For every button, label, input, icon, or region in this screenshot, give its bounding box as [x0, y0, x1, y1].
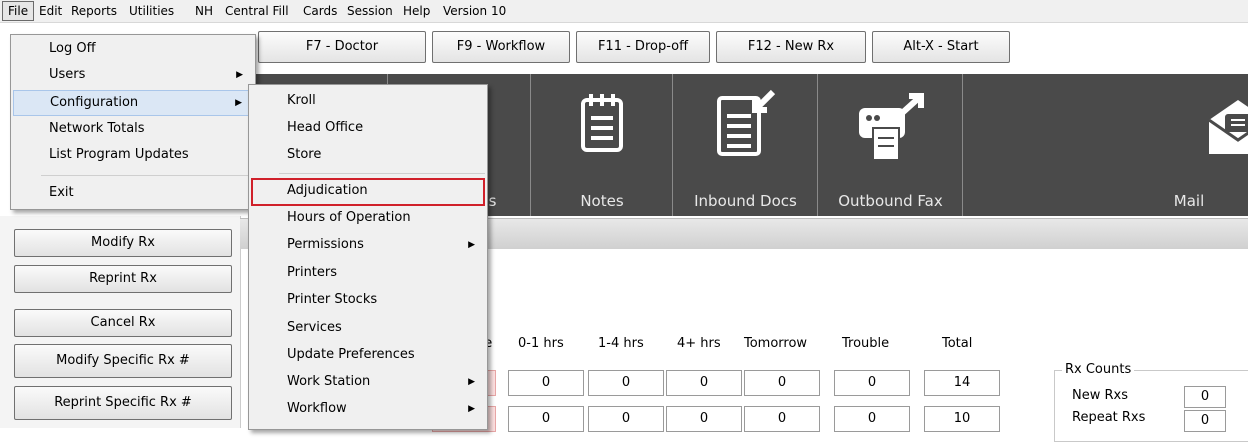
menu-utilities[interactable]: Utilities — [124, 0, 179, 22]
menu-item-workflow[interactable]: Workflow ▶ — [251, 397, 485, 421]
menu-item-permissions-label: Permissions — [287, 237, 364, 252]
start-button[interactable]: Alt-X - Start — [872, 31, 1010, 63]
menu-item-head-office[interactable]: Head Office — [251, 116, 485, 140]
submenu-arrow-icon: ▶ — [236, 70, 243, 80]
col-header-tomorrow: Tomorrow — [744, 336, 808, 351]
menu-item-store[interactable]: Store — [251, 143, 485, 167]
menu-help[interactable]: Help — [398, 0, 435, 22]
menu-separator — [279, 173, 485, 174]
menu-item-printers[interactable]: Printers — [251, 261, 485, 285]
menu-item-work-station[interactable]: Work Station ▶ — [251, 370, 485, 394]
new-rxs-label: New Rxs — [1072, 388, 1128, 403]
menu-item-workflow-label: Workflow — [287, 401, 347, 416]
col-header-4-plus-hrs: 4+ hrs — [677, 336, 721, 351]
grid-cell: 0 — [666, 406, 742, 432]
left-action-panel: Modify Rx Reprint Rx Cancel Rx Modify Sp… — [0, 216, 241, 428]
menu-item-permissions[interactable]: Permissions ▶ — [251, 233, 485, 257]
menu-item-update-preferences[interactable]: Update Preferences — [251, 343, 485, 367]
rx-counts-title: Rx Counts — [1062, 362, 1135, 377]
new-rx-button[interactable]: F12 - New Rx — [716, 31, 866, 63]
col-header-1-4-hrs: 1-4 hrs — [598, 336, 644, 351]
workflow-button[interactable]: F9 - Workflow — [432, 31, 570, 63]
file-menu: Log Off Users ▶ Configuration ▶ Network To… — [10, 34, 256, 210]
tile-outbound-fax-label: Outbound Fax — [838, 192, 943, 210]
modify-rx-button[interactable]: Modify Rx — [14, 229, 232, 257]
submenu-arrow-icon: ▶ — [468, 240, 475, 250]
menu-item-services[interactable]: Services — [251, 316, 485, 340]
grid-cell: 0 — [508, 370, 584, 396]
modify-specific-rx-label: Modify Specific Rx # — [56, 353, 190, 368]
grid-cell: 0 — [834, 406, 910, 432]
col-header-trouble: Trouble — [842, 336, 890, 351]
menu-central-fill[interactable]: Central Fill — [220, 0, 294, 22]
menu-edit[interactable]: Edit — [34, 0, 67, 22]
grid-cell: 0 — [508, 406, 584, 432]
menu-item-log-off[interactable]: Log Off — [13, 37, 253, 61]
mail-icon — [1208, 100, 1248, 154]
cancel-rx-button[interactable]: Cancel Rx — [14, 309, 232, 337]
tile-inbound-docs[interactable]: Inbound Docs — [672, 74, 818, 216]
tile-mail[interactable]: Mail — [962, 74, 1248, 216]
new-rxs-value: 0 — [1184, 386, 1226, 408]
cancel-rx-label: Cancel Rx — [90, 315, 156, 330]
grid-cell: 0 — [666, 370, 742, 396]
menu-item-network-totals[interactable]: Network Totals — [13, 117, 253, 141]
grid-cell: 0 — [834, 370, 910, 396]
adjudication-highlight-box — [251, 178, 485, 206]
repeat-rxs-label: Repeat Rxs — [1072, 410, 1146, 425]
tile-notes-label: Notes — [580, 192, 624, 210]
modify-rx-label: Modify Rx — [91, 235, 155, 250]
drop-off-button[interactable]: F11 - Drop-off — [576, 31, 710, 63]
col-header-total: Total — [942, 336, 973, 351]
grid-cell: 0 — [744, 370, 820, 396]
modify-specific-rx-button[interactable]: Modify Specific Rx # — [14, 344, 232, 378]
configuration-submenu: Kroll Head Office Store Adjudication Hou… — [248, 84, 488, 430]
menu-item-list-program-updates[interactable]: List Program Updates — [13, 143, 253, 167]
submenu-arrow-icon: ▶ — [235, 98, 242, 108]
menu-bar: File Edit Reports Utilities NH Central F… — [0, 0, 1248, 23]
submenu-arrow-icon: ▶ — [468, 404, 475, 414]
menu-nh[interactable]: NH — [190, 0, 218, 22]
doctor-button[interactable]: F7 - Doctor — [258, 31, 426, 63]
menu-item-users-label: Users — [49, 67, 86, 82]
menu-item-configuration-label: Configuration — [50, 95, 139, 110]
grid-cell: 0 — [744, 406, 820, 432]
grid-cell-total: 10 — [924, 406, 1000, 432]
reprint-rx-button[interactable]: Reprint Rx — [14, 265, 232, 293]
menu-item-exit[interactable]: Exit — [13, 181, 253, 205]
menu-reports[interactable]: Reports — [66, 0, 122, 22]
menu-file[interactable]: File — [2, 1, 35, 21]
menu-item-configuration[interactable]: Configuration ▶ — [13, 90, 253, 116]
menu-item-work-station-label: Work Station — [287, 374, 371, 389]
tile-mail-label: Mail — [1173, 192, 1205, 210]
tile-notes[interactable]: Notes — [530, 74, 673, 216]
menu-item-hours-of-operation[interactable]: Hours of Operation — [251, 206, 485, 230]
col-header-0-1-hrs: 0-1 hrs — [518, 336, 564, 351]
menu-item-kroll[interactable]: Kroll — [251, 89, 485, 113]
grid-cell: 0 — [588, 370, 664, 396]
grid-cell: 0 — [588, 406, 664, 432]
repeat-rxs-value: 0 — [1184, 410, 1226, 432]
submenu-arrow-icon: ▶ — [468, 377, 475, 387]
inbound-doc-icon — [716, 89, 775, 156]
menu-item-printer-stocks[interactable]: Printer Stocks — [251, 288, 485, 312]
menu-separator — [41, 175, 253, 176]
menu-cards[interactable]: Cards — [298, 0, 342, 22]
menu-session[interactable]: Session — [342, 0, 398, 22]
fax-icon — [858, 93, 924, 161]
tile-inbound-docs-label: Inbound Docs — [694, 192, 797, 210]
reprint-specific-rx-button[interactable]: Reprint Specific Rx # — [14, 386, 232, 420]
tile-outbound-fax[interactable]: Outbound Fax — [817, 74, 963, 216]
reprint-specific-rx-label: Reprint Specific Rx # — [54, 395, 192, 410]
reprint-rx-label: Reprint Rx — [89, 271, 157, 286]
menu-version[interactable]: Version 10 — [438, 0, 511, 22]
notepad-icon — [581, 94, 623, 152]
menu-item-users[interactable]: Users ▶ — [13, 63, 253, 87]
grid-cell-total: 14 — [924, 370, 1000, 396]
